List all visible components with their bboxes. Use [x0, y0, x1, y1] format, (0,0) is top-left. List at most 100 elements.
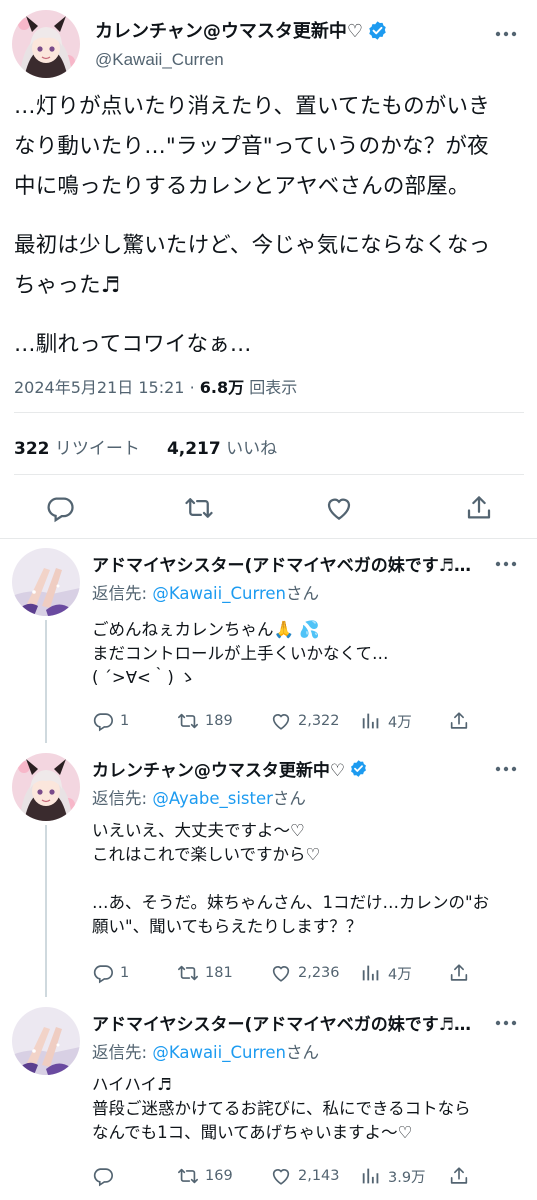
views-action[interactable]: 4万: [360, 962, 412, 984]
like-count: 2,143: [298, 1168, 340, 1184]
share-icon[interactable]: [464, 493, 494, 523]
share-icon: [448, 1165, 470, 1187]
retweet-icon: [177, 710, 199, 732]
view-count-label: 回表示: [249, 378, 298, 397]
retweet-action[interactable]: 189: [177, 710, 233, 732]
display-name-text[interactable]: アドマイヤシスター(アドマイヤベガの妹です♬…: [92, 551, 471, 576]
reply-to: 返信先: @Kawaii_Currenさん: [92, 1039, 319, 1063]
more-options-icon[interactable]: [495, 1019, 517, 1027]
like-icon: [270, 1165, 292, 1187]
timestamp[interactable]: 2024年5月21日 15:21: [14, 378, 184, 397]
reply-paragraph: いえいえ、大丈夫ですよ～♡ これはこれで楽しいですから♡: [92, 821, 321, 864]
display-name-text[interactable]: カレンチャン@ウマスタ更新中♡: [92, 756, 345, 781]
view-count: 4万: [388, 966, 412, 983]
share-action[interactable]: [448, 710, 470, 732]
reply-to-prefix: 返信先:: [92, 584, 153, 603]
reply-count: 1: [120, 713, 130, 729]
meta-separator: ·: [189, 378, 200, 397]
tweet-body: …灯りが点いたり消えたり、置いてたものがいき なり動いたり…"ラップ音"っていう…: [14, 87, 529, 365]
reply-action[interactable]: [92, 1165, 114, 1187]
tweet-meta: 2024年5月21日 15:21 · 6.8万 回表示: [14, 374, 297, 398]
reply-paragraph: …あ、そうだ。妹ちゃんさん、1コだけ…カレンの"お 願い"、聞いてもらえたりしま…: [92, 893, 490, 936]
reply-to-handle[interactable]: @Kawaii_Curren: [152, 1043, 286, 1062]
display-name-text[interactable]: カレンチャン@ウマスタ更新中♡: [95, 17, 363, 43]
retweet-count: 322: [14, 439, 50, 459]
verified-badge-icon: [367, 20, 388, 41]
view-count: 3.9万: [388, 1169, 426, 1186]
thread-line: [45, 620, 47, 743]
divider: [14, 412, 524, 413]
retweet-label: リツイート: [54, 439, 140, 459]
reply-to-prefix: 返信先:: [92, 789, 153, 808]
like-icon[interactable]: [324, 493, 354, 523]
views-action[interactable]: 3.9万: [360, 1165, 426, 1187]
more-options-icon[interactable]: [495, 30, 517, 38]
reply-to: 返信先: @Kawaii_Currenさん: [92, 580, 319, 604]
display-name[interactable]: アドマイヤシスター(アドマイヤベガの妹です♬…: [92, 551, 471, 576]
view-count: 6.8万: [199, 378, 245, 397]
like-action[interactable]: 2,143: [270, 1165, 340, 1187]
like-icon: [270, 962, 292, 984]
user-handle[interactable]: @Kawaii_Curren: [95, 50, 224, 70]
more-options-icon[interactable]: [495, 560, 517, 568]
tweet-paragraph: …灯りが点いたり消えたり、置いてたものがいき なり動いたり…"ラップ音"っていう…: [14, 94, 490, 199]
retweet-count: 189: [205, 713, 233, 729]
retweet-action[interactable]: 181: [177, 962, 233, 984]
reply-to-suffix: さん: [272, 789, 306, 808]
avatar[interactable]: [12, 10, 80, 78]
avatar[interactable]: [12, 753, 80, 821]
reply-body: いえいえ、大丈夫ですよ～♡ これはこれで楽しいですから♡ …あ、そうだ。妹ちゃん…: [92, 819, 532, 939]
reply-body: ごめんねぇカレンちゃん🙏 💦 まだコントロールが上手くいかなくて… ( ´>∀<…: [92, 618, 532, 690]
more-options-icon[interactable]: [495, 765, 517, 773]
reply-action[interactable]: 1: [92, 962, 129, 984]
like-label: いいね: [226, 439, 278, 459]
retweet-count: 181: [205, 965, 233, 981]
retweet-icon: [177, 962, 199, 984]
avatar[interactable]: [12, 1007, 80, 1075]
display-name[interactable]: カレンチャン@ウマスタ更新中♡: [92, 756, 368, 781]
like-action[interactable]: 2,322: [270, 710, 340, 732]
reply-tweet[interactable]: アドマイヤシスター(アドマイヤベガの妹です♬… 返信先: @Kawaii_Cur…: [0, 538, 537, 743]
display-name[interactable]: カレンチャン@ウマスタ更新中♡: [95, 17, 388, 43]
display-name[interactable]: アドマイヤシスター(アドマイヤベガの妹です♬…: [92, 1010, 471, 1035]
reply-icon: [92, 962, 114, 984]
reply-icon[interactable]: [45, 493, 75, 523]
tweet-paragraph: …馴れってコワイなぁ…: [14, 332, 252, 357]
thread-line: [45, 825, 47, 997]
reply-icon: [92, 710, 114, 732]
reply-action[interactable]: 1: [92, 710, 129, 732]
like-count: 2,322: [298, 713, 340, 729]
retweet-count: 169: [205, 1168, 233, 1184]
reply-to-handle[interactable]: @Ayabe_sister: [152, 789, 273, 808]
profile-picture: [12, 548, 80, 616]
views-icon: [360, 962, 382, 984]
reply-to: 返信先: @Ayabe_sisterさん: [92, 785, 306, 809]
avatar[interactable]: [12, 548, 80, 616]
reply-to-suffix: さん: [285, 584, 319, 603]
verified-badge-icon: [349, 759, 368, 778]
tweet-paragraph: 最初は少し驚いたけど、今じゃ気にならなくなっ ちゃった♬: [14, 233, 491, 298]
retweet-stat[interactable]: 322 リツイート: [14, 439, 140, 459]
reply-icon: [92, 1165, 114, 1187]
share-action[interactable]: [448, 1165, 470, 1187]
reply-tweet[interactable]: カレンチャン@ウマスタ更新中♡ 返信先: @Ayabe_sisterさん いえい…: [0, 743, 537, 997]
view-count: 4万: [388, 714, 412, 731]
views-icon: [360, 710, 382, 732]
like-action[interactable]: 2,236: [270, 962, 340, 984]
like-count: 2,236: [298, 965, 340, 981]
profile-picture: [12, 753, 80, 821]
profile-picture: [12, 1007, 80, 1075]
reply-tweet[interactable]: アドマイヤシスター(アドマイヤベガの妹です♬… 返信先: @Kawaii_Cur…: [0, 997, 537, 1200]
like-stat[interactable]: 4,217 いいね: [167, 439, 277, 459]
retweet-icon[interactable]: [184, 493, 214, 523]
engagement-stats: 322 リツイート 4,217 いいね: [14, 434, 277, 459]
reply-count: 1: [120, 965, 130, 981]
reply-to-prefix: 返信先:: [92, 1043, 153, 1062]
reply-to-handle[interactable]: @Kawaii_Curren: [152, 584, 286, 603]
display-name-text[interactable]: アドマイヤシスター(アドマイヤベガの妹です♬…: [92, 1010, 471, 1035]
share-action[interactable]: [448, 962, 470, 984]
reply-to-suffix: さん: [285, 1043, 319, 1062]
views-action[interactable]: 4万: [360, 710, 412, 732]
like-count: 4,217: [166, 439, 221, 459]
retweet-action[interactable]: 169: [177, 1165, 233, 1187]
